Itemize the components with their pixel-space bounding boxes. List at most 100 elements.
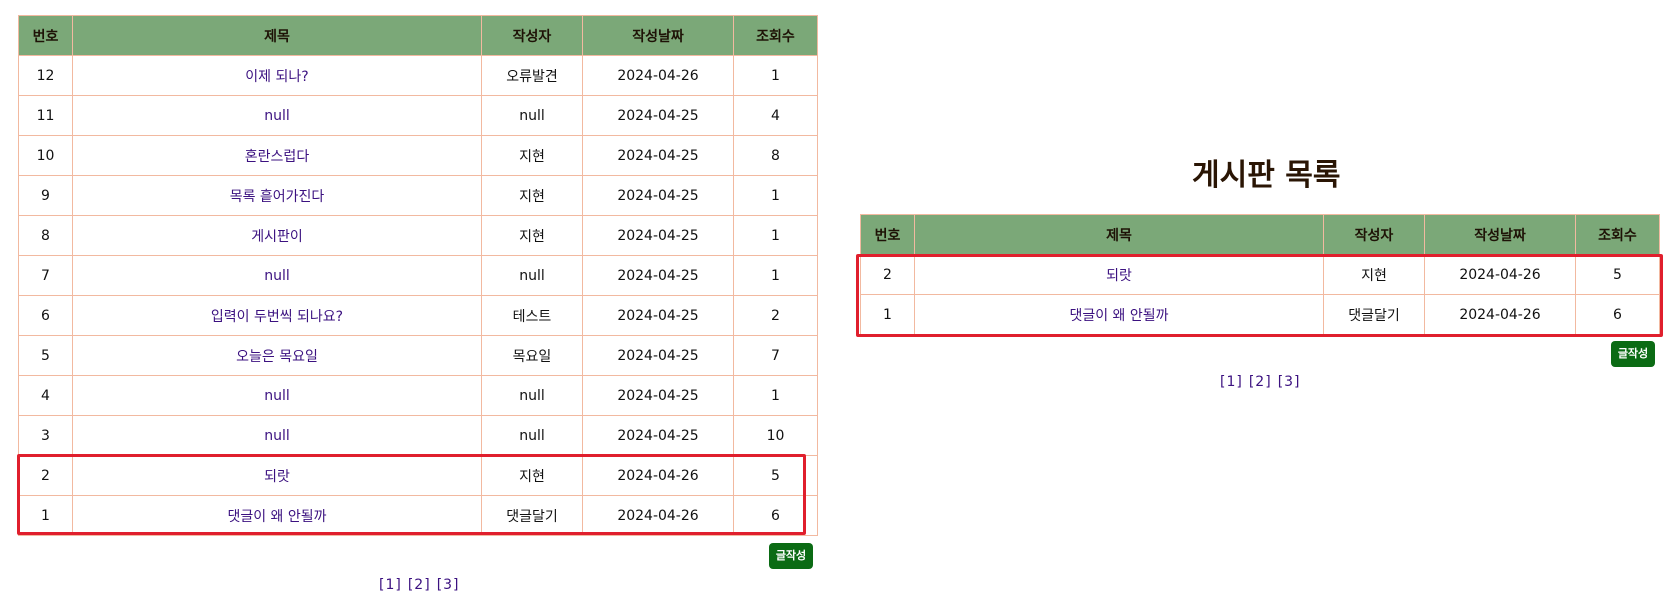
table-row: 2 되랏 지현 2024-04-26 5 — [860, 254, 1660, 295]
post-title-cell: 오늘은 목요일 — [72, 335, 482, 376]
right-write-button[interactable]: 글작성 — [1611, 341, 1655, 367]
post-author-cell: 지현 — [481, 455, 583, 496]
post-title-link[interactable]: 댓글이 왜 안될까 — [1069, 308, 1168, 324]
post-views-cell: 5 — [1575, 254, 1660, 295]
right-board: 번호 제목 작성자 작성날짜 조회수 2 되랏 지현 2024-04-26 5 1 댓글이 … — [860, 214, 1660, 335]
left-write-button[interactable]: 글작성 — [769, 543, 813, 569]
post-title-cell: 되랏 — [914, 254, 1324, 295]
table-row: 8 게시판이 지현 2024-04-25 1 — [18, 215, 818, 256]
right-pagination: [1] [2] [3] — [1220, 374, 1307, 390]
post-date-cell: 2024-04-25 — [582, 375, 734, 416]
post-title-cell: 이제 되나? — [72, 55, 482, 96]
post-views-cell: 5 — [733, 455, 818, 496]
table-row: 2 되랏 지현 2024-04-26 5 — [18, 455, 818, 496]
post-views-cell: 1 — [733, 175, 818, 216]
table-header-row: 번호 제목 작성자 작성날짜 조회수 — [18, 15, 818, 56]
column-header-date: 작성날짜 — [582, 15, 734, 56]
page-link-2[interactable]: [2] — [1249, 374, 1272, 390]
post-views-cell: 6 — [1575, 294, 1660, 335]
post-title-link[interactable]: 댓글이 왜 안될까 — [227, 509, 326, 525]
post-title-link[interactable]: 되랏 — [264, 469, 290, 485]
post-title-link[interactable]: null — [264, 428, 290, 444]
column-header-title: 제목 — [72, 15, 482, 56]
table-row: 1 댓글이 왜 안될까 댓글달기 2024-04-26 6 — [860, 294, 1660, 335]
page-link-3[interactable]: [3] — [437, 577, 460, 593]
post-date-cell: 2024-04-25 — [582, 255, 734, 296]
post-title-link[interactable]: 오늘은 목요일 — [236, 349, 318, 365]
post-number-cell: 3 — [18, 415, 73, 456]
post-title-cell: null — [72, 255, 482, 296]
page-link-1[interactable]: [1] — [379, 577, 402, 593]
post-author-cell: null — [481, 375, 583, 416]
post-views-cell: 2 — [733, 295, 818, 336]
post-title-cell: 댓글이 왜 안될까 — [72, 495, 482, 536]
table-row: 7 null null 2024-04-25 1 — [18, 255, 818, 296]
post-views-cell: 1 — [733, 375, 818, 416]
post-title-link[interactable]: null — [264, 268, 290, 284]
post-title-link[interactable]: 되랏 — [1106, 268, 1132, 284]
post-number-cell: 1 — [18, 495, 73, 536]
post-title-cell: 되랏 — [72, 455, 482, 496]
post-number-cell: 2 — [18, 455, 73, 496]
column-header-date: 작성날짜 — [1424, 214, 1576, 255]
post-number-cell: 10 — [18, 135, 73, 176]
post-title-cell: 댓글이 왜 안될까 — [914, 294, 1324, 335]
post-title-cell: 입력이 두번씩 되나요? — [72, 295, 482, 336]
post-author-cell: 오류발견 — [481, 55, 583, 96]
post-author-cell: 목요일 — [481, 335, 583, 376]
post-author-cell: 지현 — [481, 215, 583, 256]
post-views-cell: 8 — [733, 135, 818, 176]
post-title-link[interactable]: 혼란스럽다 — [245, 149, 309, 165]
post-author-cell: 지현 — [481, 135, 583, 176]
page-link-2[interactable]: [2] — [408, 577, 431, 593]
post-title-cell: null — [72, 375, 482, 416]
post-number-cell: 5 — [18, 335, 73, 376]
post-title-link[interactable]: 이제 되나? — [245, 69, 308, 85]
column-header-no: 번호 — [18, 15, 73, 56]
post-title-link[interactable]: 목록 흩어가진다 — [230, 189, 325, 205]
left-board-body: 12 이제 되나? 오류발견 2024-04-26 1 11 null null 2024-04… — [18, 55, 818, 536]
post-author-cell: null — [481, 255, 583, 296]
post-views-cell: 1 — [733, 255, 818, 296]
left-board-table: 번호 제목 작성자 작성날짜 조회수 12 이제 되나? 오류발견 2024-04-2… — [18, 15, 818, 536]
post-title-cell: null — [72, 95, 482, 136]
post-number-cell: 11 — [18, 95, 73, 136]
post-author-cell: 테스트 — [481, 295, 583, 336]
right-board-body: 2 되랏 지현 2024-04-26 5 1 댓글이 왜 안될까 댓글달기 2024-04-26… — [860, 254, 1660, 335]
right-board-table: 번호 제목 작성자 작성날짜 조회수 2 되랏 지현 2024-04-26 5 1 댓글이 … — [860, 214, 1660, 335]
post-title-link[interactable]: null — [264, 388, 290, 404]
post-views-cell: 6 — [733, 495, 818, 536]
post-title-link[interactable]: 입력이 두번씩 되나요? — [211, 309, 343, 325]
post-date-cell: 2024-04-26 — [582, 495, 734, 536]
post-author-cell: 지현 — [1323, 254, 1425, 295]
post-views-cell: 10 — [733, 415, 818, 456]
column-header-author: 작성자 — [1323, 214, 1425, 255]
table-row: 4 null null 2024-04-25 1 — [18, 375, 818, 416]
post-views-cell: 1 — [733, 55, 818, 96]
table-row: 6 입력이 두번씩 되나요? 테스트 2024-04-25 2 — [18, 295, 818, 336]
post-views-cell: 7 — [733, 335, 818, 376]
post-date-cell: 2024-04-25 — [582, 95, 734, 136]
post-author-cell: null — [481, 95, 583, 136]
page-link-3[interactable]: [3] — [1278, 374, 1301, 390]
column-header-title: 제목 — [914, 214, 1324, 255]
post-author-cell: null — [481, 415, 583, 456]
page-link-1[interactable]: [1] — [1220, 374, 1243, 390]
post-title-link[interactable]: 게시판이 — [251, 229, 303, 245]
post-author-cell: 댓글달기 — [481, 495, 583, 536]
table-row: 1 댓글이 왜 안될까 댓글달기 2024-04-26 6 — [18, 495, 818, 536]
post-date-cell: 2024-04-25 — [582, 135, 734, 176]
left-board: 번호 제목 작성자 작성날짜 조회수 12 이제 되나? 오류발견 2024-04-2… — [18, 15, 818, 536]
post-number-cell: 8 — [18, 215, 73, 256]
post-number-cell: 12 — [18, 55, 73, 96]
page-title: 게시판 목록 — [1192, 158, 1341, 193]
post-date-cell: 2024-04-26 — [1424, 294, 1576, 335]
post-title-link[interactable]: null — [264, 108, 290, 124]
post-title-cell: 혼란스럽다 — [72, 135, 482, 176]
post-views-cell: 1 — [733, 215, 818, 256]
post-number-cell: 9 — [18, 175, 73, 216]
post-views-cell: 4 — [733, 95, 818, 136]
table-row: 3 null null 2024-04-25 10 — [18, 415, 818, 456]
post-date-cell: 2024-04-25 — [582, 215, 734, 256]
table-row: 12 이제 되나? 오류발견 2024-04-26 1 — [18, 55, 818, 96]
